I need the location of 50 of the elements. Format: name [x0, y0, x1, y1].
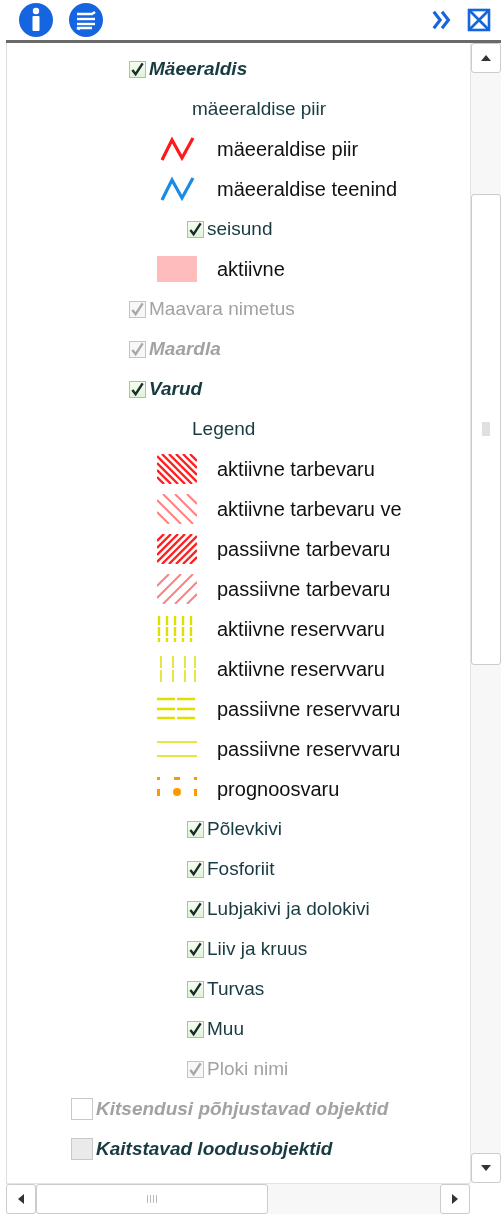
caret-left-icon: [18, 1194, 24, 1204]
close-icon[interactable]: [467, 8, 491, 32]
legend-label: prognoosvaru: [217, 777, 340, 801]
legend-label: aktiivne tarbevaru: [217, 457, 375, 481]
caret-down-icon: [481, 1165, 492, 1171]
legend-label: mäeeraldise teenind: [217, 177, 398, 201]
legend-label: passiivne reservvaru: [217, 697, 401, 721]
layer-label[interactable]: Mäeeraldis: [149, 58, 248, 80]
vertical-scrollbar[interactable]: [470, 43, 501, 1183]
layer-label[interactable]: Lubjakivi ja dolokivi: [207, 898, 370, 920]
checkbox[interactable]: [129, 60, 146, 78]
double-chevron-icon[interactable]: [431, 9, 453, 31]
scroll-left-button[interactable]: [6, 1184, 36, 1214]
layer-label[interactable]: Põlevkivi: [207, 818, 282, 840]
scroll-right-button[interactable]: [440, 1184, 470, 1214]
checkbox[interactable]: [129, 380, 146, 398]
layer-label[interactable]: Muu: [207, 1018, 244, 1040]
checkbox[interactable]: [71, 1138, 93, 1160]
layer-label[interactable]: Varud: [149, 378, 203, 400]
scroll-down-button[interactable]: [471, 1153, 501, 1183]
caret-right-icon: [452, 1194, 458, 1204]
legend-label: passiivne tarbevaru: [217, 537, 391, 561]
legend-label: aktiivne tarbevaru ve: [217, 497, 402, 521]
legend-label: passiivne reservvaru: [217, 737, 401, 761]
legend-heading: mäeeraldise piir: [191, 98, 327, 120]
layer-label[interactable]: Fosforiit: [207, 858, 275, 880]
legend-label: mäeeraldise piir: [217, 137, 359, 161]
checkbox[interactable]: [187, 820, 204, 838]
checkbox[interactable]: [187, 1020, 204, 1038]
layer-label[interactable]: Turvas: [207, 978, 265, 1000]
layer-label[interactable]: Kaitstavad loodusobjektid: [96, 1138, 333, 1160]
layers-icon[interactable]: [68, 2, 104, 38]
layer-label[interactable]: seisund: [207, 218, 273, 240]
legend-label: aktiivne: [217, 257, 285, 281]
legend-label: aktiivne reservvaru: [217, 657, 385, 681]
info-icon[interactable]: [18, 2, 54, 38]
checkbox[interactable]: [187, 860, 204, 878]
checkbox[interactable]: [187, 980, 204, 998]
checkbox[interactable]: [187, 900, 204, 918]
layer-label[interactable]: Liiv ja kruus: [207, 938, 308, 960]
legend-label: passiivne tarbevaru: [217, 577, 391, 601]
scrollbar-thumb[interactable]: [36, 1184, 268, 1214]
checkbox[interactable]: [187, 220, 204, 238]
scroll-up-button[interactable]: [471, 43, 501, 73]
scrollbar-thumb[interactable]: [471, 194, 501, 665]
legend-heading: Legend: [191, 418, 256, 440]
legend-label: aktiivne reservvaru: [217, 617, 385, 641]
horizontal-scrollbar[interactable]: [6, 1183, 470, 1214]
caret-up-icon: [481, 55, 492, 61]
checkbox[interactable]: [187, 940, 204, 958]
